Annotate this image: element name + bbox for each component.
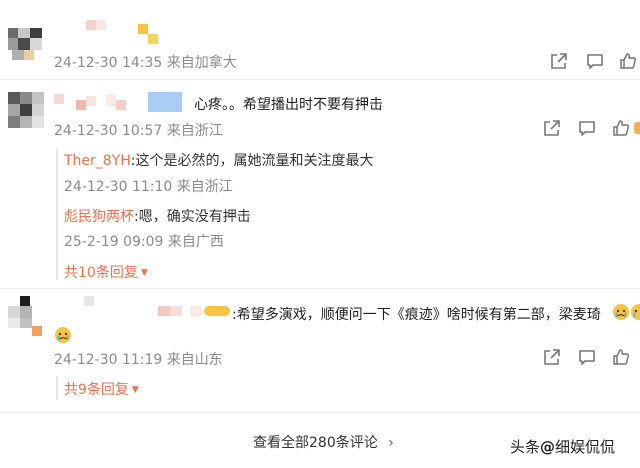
expand-replies-button[interactable]: 共10条回复 ▼ — [64, 262, 148, 282]
like-icon[interactable] — [611, 118, 631, 138]
like-icon[interactable] — [611, 347, 631, 367]
expand-replies-label: 共10条回复 — [64, 265, 138, 281]
chevron-right-icon: › — [388, 435, 394, 451]
avatar[interactable] — [8, 296, 44, 340]
like-icon[interactable] — [618, 51, 638, 71]
reply-content: Ther_8YH:这个是必然的，属她流量和关注度最大 — [64, 150, 374, 170]
comment-text: :希望多演戏，顺便问一下《痕迹》啥时候有第二部，梁麦琦 — [232, 307, 601, 323]
share-icon[interactable] — [549, 51, 569, 71]
divider — [0, 288, 640, 289]
reply-meta: 25-2-19 09:09 来自广西 — [64, 234, 224, 250]
avatar[interactable] — [8, 92, 44, 128]
share-icon[interactable] — [542, 347, 562, 367]
comment-text: 心疼。。希望播出时不要有押击 — [194, 97, 383, 113]
crying-emoji-icon — [54, 326, 72, 344]
reply-thread-line — [56, 376, 58, 400]
comment-icon[interactable] — [577, 118, 597, 138]
username-blurred[interactable] — [84, 18, 164, 48]
username-blurred[interactable] — [54, 92, 184, 114]
reply-username[interactable]: 彪民狗两杯 — [64, 209, 134, 225]
reply-text: :这个是必然的，属她流量和关注度最大 — [130, 153, 374, 169]
caret-down-icon: ▼ — [131, 385, 139, 395]
comment-meta: 24-12-30 11:19 来自山东 — [54, 352, 223, 368]
comment-meta: 24-12-30 14:35 来自加拿大 — [54, 55, 237, 71]
avatar[interactable] — [8, 28, 44, 60]
share-icon[interactable] — [542, 118, 562, 138]
view-all-comments-link[interactable]: 查看全部280条评论 › — [253, 432, 394, 452]
reply-text: :嗯，确实没有押击 — [134, 209, 251, 225]
crying-emoji-icon — [630, 303, 640, 321]
divider — [0, 412, 640, 413]
caret-down-icon: ▼ — [140, 268, 148, 278]
reply-thread-line — [56, 148, 58, 280]
crying-emoji-icon — [612, 303, 630, 321]
comment-icon[interactable] — [585, 51, 605, 71]
comment-icon[interactable] — [577, 347, 597, 367]
divider — [0, 79, 640, 80]
expand-replies-button[interactable]: 共9条回复 ▼ — [64, 379, 139, 399]
username-blurred[interactable] — [84, 296, 232, 320]
watermark: 头条@细娱侃侃 — [510, 438, 616, 456]
reply-meta: 24-12-30 11:10 来自浙江 — [64, 179, 233, 195]
overflow-icon[interactable] — [632, 118, 640, 138]
expand-replies-label: 共9条回复 — [64, 382, 129, 398]
view-all-label: 查看全部280条评论 — [253, 435, 378, 451]
comment-meta: 24-12-30 10:57 来自浙江 — [54, 123, 223, 139]
reply-content: 彪民狗两杯:嗯，确实没有押击 — [64, 206, 251, 226]
reply-username[interactable]: Ther_8YH — [64, 153, 131, 169]
